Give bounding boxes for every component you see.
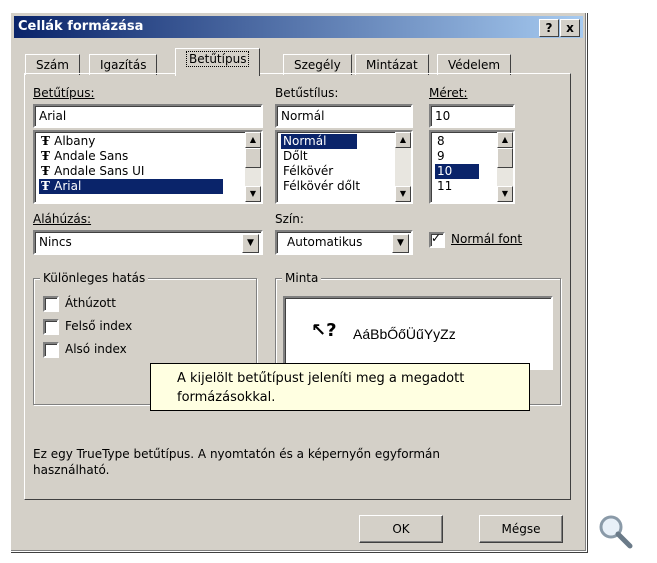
tab-number[interactable]: Szám: [25, 54, 80, 75]
font-style-input[interactable]: Normál: [275, 104, 413, 128]
list-item[interactable]: Normál: [281, 134, 357, 149]
preview-box: ↖? AáBbŐőÜűYyZz: [283, 296, 553, 370]
font-style-list[interactable]: Normál Dőlt Félkövér Félkövér dőlt ▲ ▼: [275, 130, 413, 204]
font-info-line2: használható.: [33, 463, 110, 477]
scroll-down-icon[interactable]: ▼: [245, 186, 261, 202]
close-button[interactable]: x: [560, 19, 580, 37]
tab-border[interactable]: Szegély: [283, 54, 352, 75]
chevron-down-icon[interactable]: ▼: [242, 234, 259, 253]
list-item[interactable]: Félkövér: [281, 164, 335, 179]
ok-button[interactable]: OK: [359, 515, 443, 543]
tab-alignment[interactable]: Igazítás: [89, 54, 158, 75]
truetype-icon: Ŧ: [41, 179, 55, 193]
font-info-text: Ez egy TrueType betűtípus. A nyomtatón é…: [33, 446, 553, 478]
list-item[interactable]: Dőlt: [281, 149, 310, 164]
color-select[interactable]: Automatikus ▼: [275, 230, 413, 255]
font-item-label: Andale Sans UI: [54, 164, 145, 178]
title-bar: Cellák formázása ? x: [14, 16, 583, 38]
scroll-up-icon[interactable]: ▲: [245, 132, 261, 148]
strikethrough-label: Áthúzott: [65, 296, 116, 310]
scroll-thumb[interactable]: [245, 148, 261, 168]
font-info-line1: Ez egy TrueType betűtípus. A nyomtatón é…: [33, 447, 440, 461]
scroll-down-icon[interactable]: ▼: [395, 186, 411, 202]
list-item[interactable]: Ŧ Andale Sans: [39, 149, 130, 164]
effects-title: Különleges hatás: [40, 271, 149, 285]
font-size-value: 10: [435, 109, 451, 123]
font-item-label: Arial: [54, 179, 82, 193]
superscript-label: Felső index: [65, 319, 133, 333]
cancel-button[interactable]: Mégse: [479, 515, 563, 543]
scroll-up-icon[interactable]: ▲: [395, 132, 411, 148]
style-list-scrollbar[interactable]: ▲ ▼: [395, 132, 411, 202]
window-title: Cellák formázása: [18, 19, 144, 34]
list-item[interactable]: Félkövér dőlt: [281, 179, 362, 194]
font-tab-panel: Betűtípus: Arial Ŧ Albany Ŧ Andale Sans …: [24, 73, 571, 500]
list-item[interactable]: Ŧ Andale Sans UI: [39, 164, 146, 179]
tooltip-line1: A kijelölt betűtípust jeleníti meg a meg…: [177, 371, 465, 386]
chevron-down-icon[interactable]: ▼: [392, 234, 409, 253]
underline-value: Nincs: [39, 235, 72, 249]
font-style-value: Normál: [281, 109, 325, 123]
scroll-down-icon[interactable]: ▼: [497, 186, 513, 202]
font-name-list[interactable]: Ŧ Albany Ŧ Andale Sans Ŧ Andale Sans UI …: [33, 130, 263, 204]
font-list-scrollbar[interactable]: ▲ ▼: [245, 132, 261, 202]
tab-strip: Szám Igazítás Betűtípus Szegély Mintázat…: [25, 48, 565, 76]
list-item[interactable]: 10: [435, 164, 479, 179]
tooltip: A kijelölt betűtípust jeleníti meg a meg…: [150, 363, 530, 411]
subscript-checkbox[interactable]: [43, 342, 59, 358]
truetype-icon: Ŧ: [41, 134, 55, 148]
tooltip-line2: formázásokkal.: [177, 390, 276, 405]
font-size-list[interactable]: 8 9 10 11 ▲ ▼: [429, 130, 515, 204]
subscript-label: Alsó index: [65, 342, 127, 356]
underline-label: Aláhúzás:: [33, 212, 92, 226]
truetype-icon: Ŧ: [41, 164, 55, 178]
list-item[interactable]: 8: [435, 134, 447, 149]
font-name-value: Arial: [39, 109, 67, 123]
font-item-label: Albany: [54, 134, 96, 148]
strikethrough-checkbox[interactable]: [43, 296, 59, 312]
preview-sample: AáBbŐőÜűYyZz: [353, 326, 456, 342]
list-item[interactable]: Ŧ Albany: [39, 134, 97, 149]
font-label: Betűtípus:: [33, 86, 95, 100]
size-label: Méret:: [429, 86, 468, 100]
scroll-up-icon[interactable]: ▲: [497, 132, 513, 148]
preview-title: Minta: [282, 271, 322, 285]
list-item[interactable]: 11: [435, 179, 454, 194]
color-label: Szín:: [275, 212, 304, 226]
underline-select[interactable]: Nincs ▼: [33, 230, 263, 255]
cursor-help-icon: ↖?: [311, 320, 337, 341]
scroll-thumb[interactable]: [497, 148, 513, 168]
size-list-scrollbar[interactable]: ▲ ▼: [497, 132, 513, 202]
font-name-input[interactable]: Arial: [33, 104, 263, 128]
normal-font-checkbox[interactable]: [429, 231, 445, 248]
tab-font-label: Betűtípus: [186, 51, 250, 67]
normal-font-label: Normál font: [451, 232, 523, 246]
help-button[interactable]: ?: [539, 19, 559, 37]
color-value: Automatikus: [287, 235, 363, 249]
truetype-icon: Ŧ: [41, 149, 55, 163]
tab-protection[interactable]: Védelem: [437, 54, 512, 75]
tab-font[interactable]: Betűtípus: [175, 48, 261, 76]
font-item-label: Andale Sans: [54, 149, 129, 163]
style-label: Betűstílus:: [275, 86, 339, 100]
format-cells-dialog: Cellák formázása ? x Szám Igazítás Betűt…: [10, 12, 587, 552]
magnifier-icon[interactable]: [597, 513, 633, 549]
list-item[interactable]: Ŧ Arial: [39, 179, 223, 194]
tab-pattern[interactable]: Mintázat: [355, 54, 429, 75]
list-item[interactable]: 9: [435, 149, 447, 164]
font-size-input[interactable]: 10: [429, 104, 515, 128]
superscript-checkbox[interactable]: [43, 319, 59, 335]
